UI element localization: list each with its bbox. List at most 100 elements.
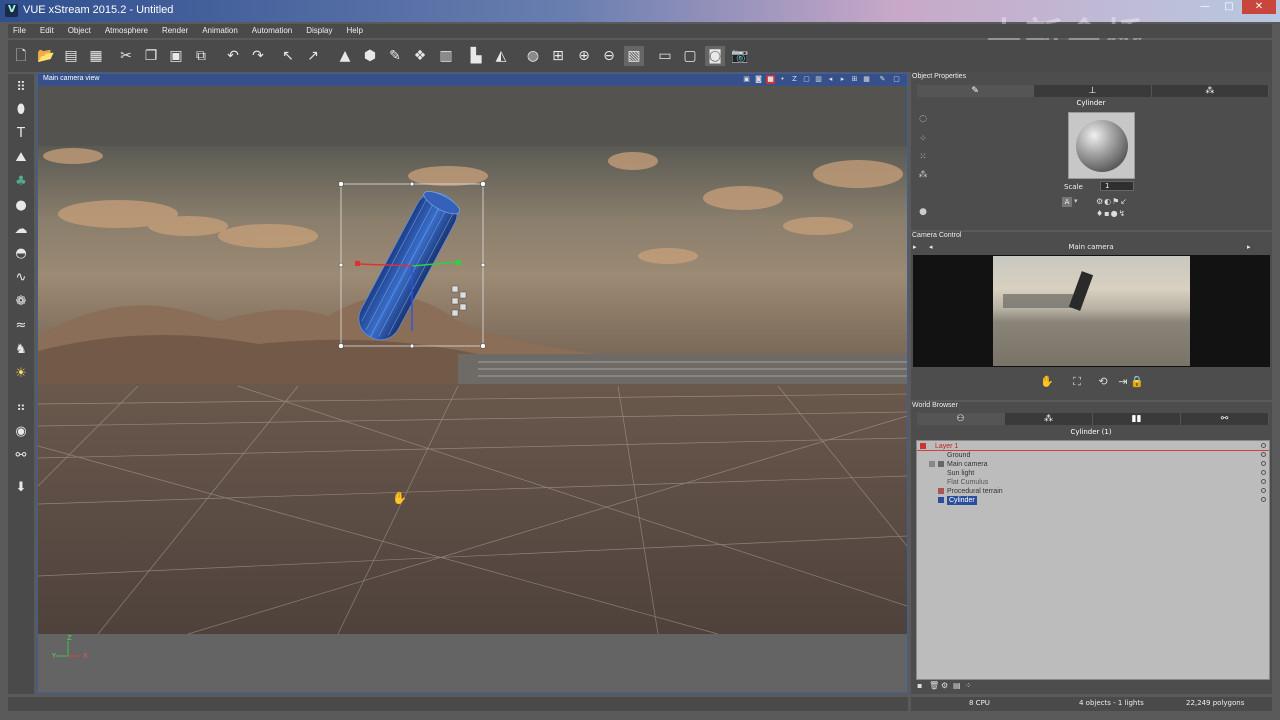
wb-group-icon[interactable]: ⁘: [965, 681, 973, 690]
visibility-icon[interactable]: [1261, 452, 1266, 457]
main-camera-viewport[interactable]: Main camera view ▣ ◙ ■ • Z ▢ ▥ ◂ ▸ ⊞ ▦ ✎…: [37, 73, 908, 693]
open-folder-icon[interactable]: 📂: [36, 46, 56, 66]
viewport-record-icon[interactable]: ■: [766, 75, 775, 84]
copy-icon[interactable]: ❐: [141, 46, 161, 66]
viewport-frame-icon[interactable]: ▢: [802, 75, 811, 84]
minimize-button[interactable]: —: [1194, 0, 1216, 14]
save-icon[interactable]: ▤: [61, 46, 81, 66]
expand-icon[interactable]: [929, 461, 935, 467]
camera-icon[interactable]: ◙: [705, 46, 725, 66]
rock-tool-icon[interactable]: ●: [11, 196, 31, 216]
undo-icon[interactable]: ↶: [223, 46, 243, 66]
spline-tool-icon[interactable]: ∿: [11, 268, 31, 288]
link-tool-icon[interactable]: ⚯: [11, 446, 31, 466]
drop-tool-icon[interactable]: ⬇: [11, 478, 31, 498]
dots-icon[interactable]: ⠿: [11, 78, 31, 98]
save-as-icon[interactable]: ▦: [86, 46, 106, 66]
tree-row-sunlight[interactable]: Sun light: [917, 469, 1269, 478]
menu-automation[interactable]: Automation: [247, 24, 301, 38]
visibility-icon[interactable]: [1261, 443, 1266, 448]
tree-row-camera[interactable]: Main camera: [917, 460, 1269, 469]
tree-row-terrain[interactable]: Procedural terrain: [917, 487, 1269, 496]
menu-help[interactable]: Help: [341, 24, 371, 38]
ecosystem-tool-icon[interactable]: ❁: [11, 292, 31, 312]
terrain-tool-icon[interactable]: ⛰: [11, 148, 31, 168]
wb-add-icon[interactable]: ▪: [917, 681, 925, 690]
menu-file[interactable]: File: [8, 24, 35, 38]
duplicate-icon[interactable]: ⧉: [191, 46, 211, 66]
rock-icon[interactable]: ⬢: [360, 46, 380, 66]
zoom-in-icon[interactable]: ⊕: [574, 46, 594, 66]
mirror-icon[interactable]: ◭: [491, 46, 511, 66]
menu-animation[interactable]: Animation: [197, 24, 247, 38]
light-tool-icon[interactable]: ☀: [11, 364, 31, 384]
wb-layer-icon[interactable]: ▤: [953, 681, 961, 690]
wb-settings-icon[interactable]: ⚙: [941, 681, 949, 690]
camera-lock-icon[interactable]: 🔒: [1130, 375, 1144, 389]
viewport-dot-icon[interactable]: •: [778, 75, 787, 84]
material-dropdown-icon[interactable]: ▾: [1074, 197, 1078, 205]
material-tag[interactable]: A: [1062, 197, 1072, 207]
menu-display[interactable]: Display: [301, 24, 341, 38]
tree-row-ground[interactable]: Ground: [917, 451, 1269, 460]
op-side-icon-1[interactable]: ◌: [917, 114, 929, 126]
menu-object[interactable]: Object: [63, 24, 100, 38]
scale-input[interactable]: 1: [1100, 181, 1134, 191]
camera-prev-icon[interactable]: ▸: [913, 243, 917, 251]
camera-move-icon[interactable]: ⇥: [1116, 375, 1130, 389]
viewport-grid-icon[interactable]: ⊞: [850, 75, 859, 84]
tree-row-clouds[interactable]: Flat Cumulus: [917, 478, 1269, 487]
planet-tool-icon[interactable]: ◓: [11, 244, 31, 264]
viewport-split-icon[interactable]: ▥: [814, 75, 823, 84]
camera-name[interactable]: Main camera: [1030, 243, 1152, 251]
camera-frame-icon[interactable]: ⛶: [1070, 375, 1084, 389]
paste-icon[interactable]: ▣: [166, 46, 186, 66]
3d-scene[interactable]: ✋ Z Y X: [38, 86, 907, 692]
align-icon[interactable]: ▙: [466, 46, 486, 66]
wb-delete-icon[interactable]: 🗑: [929, 681, 939, 690]
tab-animation[interactable]: ⁂: [1152, 85, 1269, 97]
redo-icon[interactable]: ↷: [248, 46, 268, 66]
camera-back-icon[interactable]: ◂: [929, 243, 933, 251]
grid-icon[interactable]: ⊞: [548, 46, 568, 66]
viewport-camera-icon[interactable]: ◙: [754, 75, 763, 84]
visibility-icon[interactable]: [1261, 461, 1266, 466]
cloud-tool-icon[interactable]: ☁: [11, 220, 31, 240]
viewport-menu-icon[interactable]: ▣: [742, 75, 751, 84]
figure-tool-icon[interactable]: ♞: [11, 340, 31, 360]
visibility-icon[interactable]: [1261, 488, 1266, 493]
menu-render[interactable]: Render: [157, 24, 197, 38]
render-icon[interactable]: ▭: [655, 46, 675, 66]
viewport-left-icon[interactable]: ◂: [826, 75, 835, 84]
film-icon[interactable]: ▥: [436, 46, 456, 66]
water-tool-icon[interactable]: ≈: [11, 316, 31, 336]
maximize-button[interactable]: □: [1218, 0, 1240, 14]
camera-preview[interactable]: [993, 256, 1190, 366]
camera-rotate-icon[interactable]: ⟲: [1096, 375, 1110, 389]
tab-materials[interactable]: ⁂: [1005, 413, 1093, 425]
camera-pan-icon[interactable]: ✋: [1040, 375, 1054, 389]
globe-icon[interactable]: ◍: [523, 46, 543, 66]
snapshot-icon[interactable]: 📷: [730, 46, 750, 66]
tree-tool-icon[interactable]: ♣: [11, 172, 31, 192]
select-icon[interactable]: ↖: [278, 46, 298, 66]
new-file-icon[interactable]: 🗋: [11, 46, 31, 66]
viewport-layout-icon[interactable]: ▦: [862, 75, 871, 84]
op-side-icon-5[interactable]: ●: [917, 207, 929, 219]
group-tool-icon[interactable]: ⠶: [11, 398, 31, 418]
close-button[interactable]: ✕: [1242, 0, 1276, 14]
material-preview[interactable]: [1068, 112, 1135, 179]
tab-library[interactable]: ▮▮: [1093, 413, 1181, 425]
camera-next-icon[interactable]: ▸: [1247, 243, 1251, 251]
op-side-icon-2[interactable]: ⁘: [917, 134, 929, 146]
terrain-icon[interactable]: ▲: [335, 46, 355, 66]
visibility-icon[interactable]: [1261, 479, 1266, 484]
material-icon[interactable]: ❖: [410, 46, 430, 66]
viewport-z-icon[interactable]: Z: [790, 75, 799, 84]
cut-icon[interactable]: ✂: [116, 46, 136, 66]
tab-numerics[interactable]: ⊥: [1034, 85, 1152, 97]
move-icon[interactable]: ↗: [303, 46, 323, 66]
object-tools-icon-2[interactable]: ♦▪●↯: [1096, 209, 1126, 218]
cylinder-tool-icon[interactable]: ⬮: [11, 100, 31, 120]
boolean-tool-icon[interactable]: ◉: [11, 422, 31, 442]
